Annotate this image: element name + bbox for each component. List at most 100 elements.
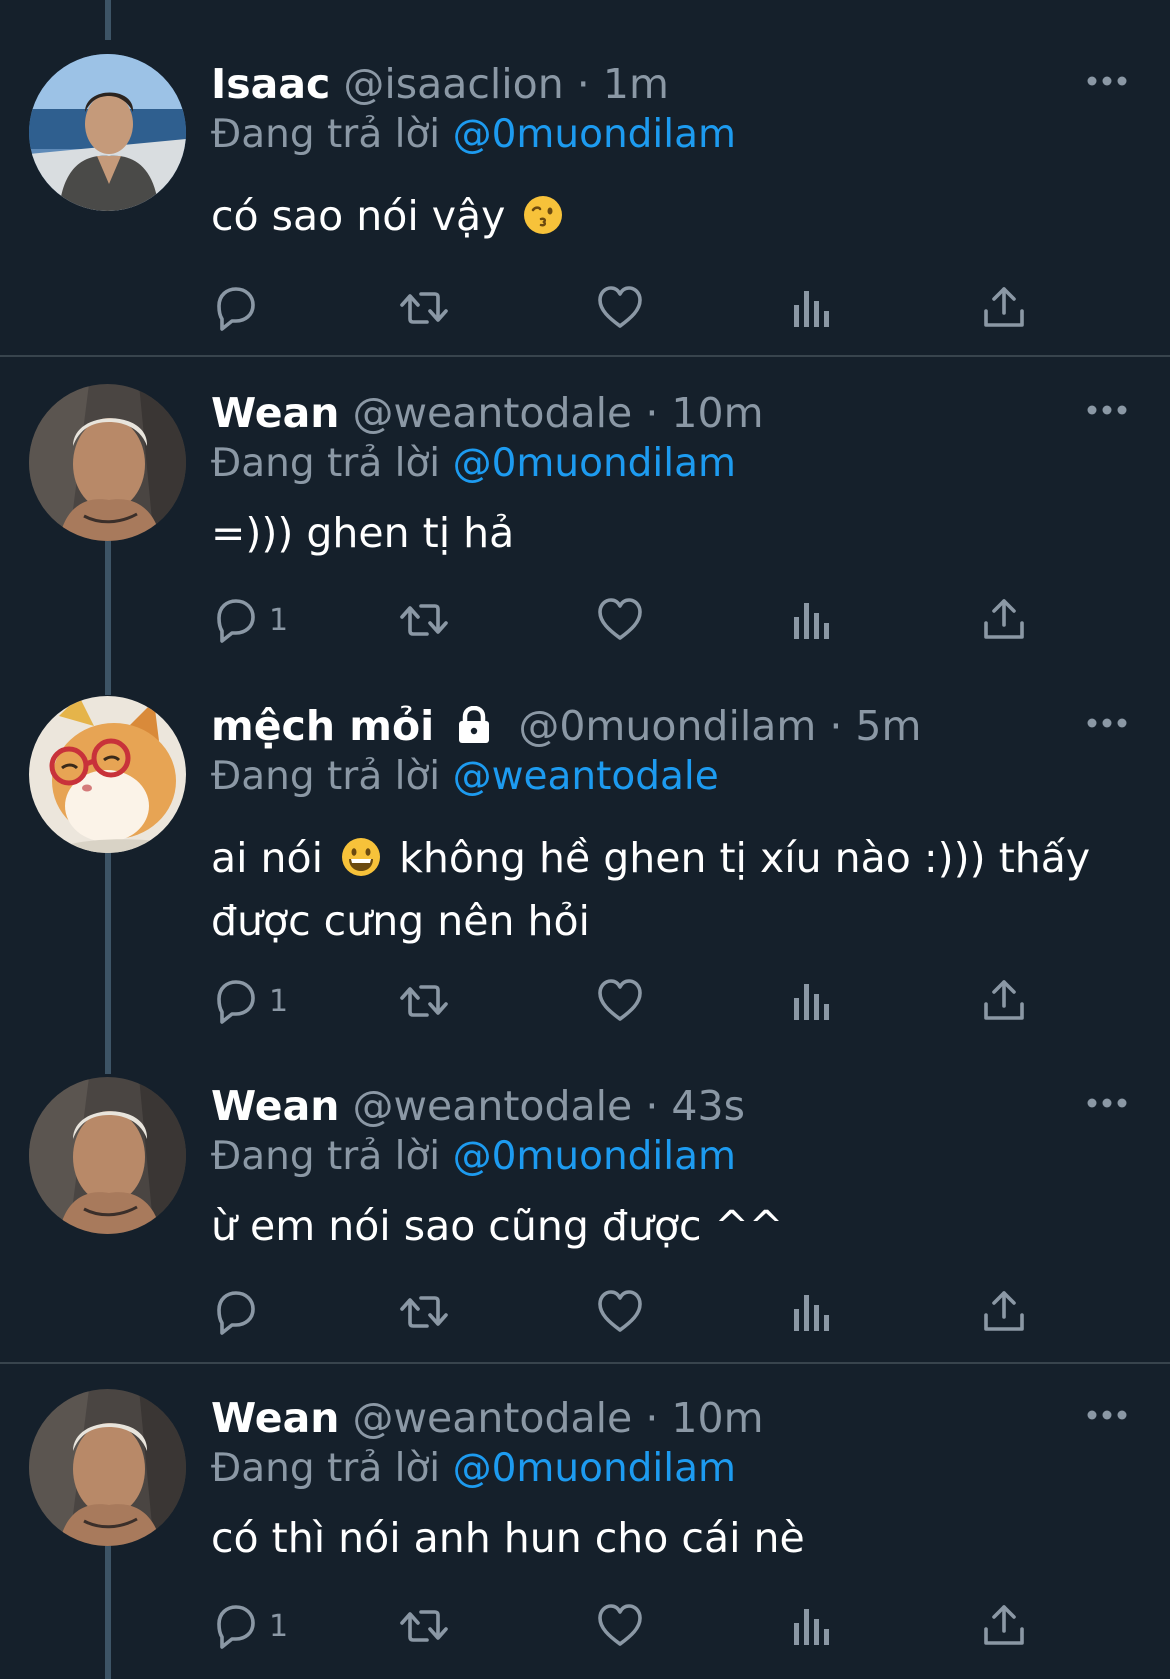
like-button[interactable] — [595, 595, 645, 645]
heart-icon — [598, 979, 642, 1021]
views-button[interactable] — [785, 595, 835, 645]
heart-icon — [598, 598, 642, 640]
share-icon — [984, 599, 1024, 639]
tweet-header: Wean @weantodale · 10m — [211, 1392, 764, 1444]
views-button[interactable] — [785, 283, 835, 333]
tweet-text: ai nói không hề ghen tị xíu nào :))) thấ… — [211, 830, 1111, 950]
user-handle[interactable]: @0muondilam — [518, 702, 816, 750]
reply-button[interactable] — [211, 283, 269, 333]
reply-icon — [217, 599, 255, 643]
user-handle[interactable]: @isaaclion — [343, 60, 563, 108]
like-button[interactable] — [595, 1601, 645, 1651]
replying-to: Đang trả lời @weantodale — [211, 752, 719, 802]
views-icon — [794, 984, 829, 1020]
mention-link[interactable]: @weantodale — [453, 754, 719, 799]
tweet-header: Wean @weantodale · 10m — [211, 387, 764, 439]
tweet[interactable]: Isaac @isaaclion · 1m Đang trả lời @0muo… — [0, 0, 1170, 355]
user-handle[interactable]: @weantodale — [352, 1082, 632, 1130]
replying-to: Đang trả lời @0muondilam — [211, 439, 736, 489]
views-icon — [794, 603, 829, 639]
retweet-button[interactable] — [399, 1287, 449, 1337]
tweet[interactable]: Wean @weantodale · 43s Đang trả lời @0mu… — [0, 1067, 1170, 1362]
share-icon — [984, 1605, 1024, 1645]
reply-button[interactable] — [211, 1287, 269, 1337]
tweet-header: mệch mỏi @0muondilam · 5m — [211, 700, 921, 756]
mention-link[interactable]: @0muondilam — [453, 1446, 736, 1491]
like-button[interactable] — [595, 283, 645, 333]
replying-label: Đang trả lời — [211, 441, 441, 486]
retweet-button[interactable] — [399, 1601, 449, 1651]
heart-icon — [598, 1604, 642, 1646]
avatar[interactable] — [29, 54, 186, 211]
mention-link[interactable]: @0muondilam — [453, 112, 736, 157]
more-icon[interactable] — [1086, 1097, 1128, 1109]
share-button[interactable] — [979, 1287, 1029, 1337]
mention-link[interactable]: @0muondilam — [453, 1134, 736, 1179]
more-icon[interactable] — [1086, 1409, 1128, 1421]
timestamp[interactable]: · 10m — [645, 389, 763, 437]
tweet[interactable]: Wean @weantodale · 10m Đang trả lời @0mu… — [0, 357, 1170, 687]
avatar[interactable] — [29, 384, 186, 541]
like-button[interactable] — [595, 976, 645, 1026]
views-button[interactable] — [785, 1287, 835, 1337]
reply-count: 1 — [269, 983, 289, 1019]
reply-icon — [217, 1605, 255, 1649]
user-handle[interactable]: @weantodale — [352, 1394, 632, 1442]
avatar[interactable] — [29, 1389, 186, 1546]
display-name[interactable]: Wean — [211, 389, 339, 437]
retweet-icon — [400, 292, 448, 324]
tweet-text-part: có sao nói vậy — [211, 192, 506, 240]
replying-label: Đang trả lời — [211, 1134, 441, 1179]
reply-button[interactable]: 1 — [211, 976, 288, 1026]
tweet-actions: 1 — [211, 1601, 1041, 1651]
display-name[interactable]: Wean — [211, 1394, 339, 1442]
reply-icon — [217, 980, 255, 1024]
timestamp[interactable]: · 5m — [829, 702, 921, 750]
heart-icon — [598, 286, 642, 328]
more-icon[interactable] — [1086, 717, 1128, 729]
like-button[interactable] — [595, 1287, 645, 1337]
tweet-actions — [211, 283, 1041, 333]
views-button[interactable] — [785, 976, 835, 1026]
more-icon[interactable] — [1086, 404, 1128, 416]
mention-link[interactable]: @0muondilam — [453, 441, 736, 486]
timestamp[interactable]: · 1m — [577, 60, 669, 108]
timestamp[interactable]: · 10m — [645, 1394, 763, 1442]
retweet-button[interactable] — [399, 976, 449, 1026]
share-button[interactable] — [979, 283, 1029, 333]
share-button[interactable] — [979, 976, 1029, 1026]
reply-icon — [217, 1291, 255, 1335]
tweet[interactable]: Wean @weantodale · 10m Đang trả lời @0mu… — [0, 1364, 1170, 1679]
tweet-header: Wean @weantodale · 43s — [211, 1080, 745, 1132]
reply-button[interactable]: 1 — [211, 595, 288, 645]
reply-count: 1 — [269, 1608, 289, 1644]
views-icon — [794, 1295, 829, 1331]
tweet[interactable]: mệch mỏi @0muondilam · 5m Đang trả lời @… — [0, 687, 1170, 1067]
share-button[interactable] — [979, 1601, 1029, 1651]
retweet-button[interactable] — [399, 595, 449, 645]
views-icon — [794, 1609, 829, 1645]
views-button[interactable] — [785, 1601, 835, 1651]
timestamp[interactable]: · 43s — [645, 1082, 745, 1130]
tweet-actions: 1 — [211, 976, 1041, 1026]
replying-label: Đang trả lời — [211, 112, 441, 157]
retweet-button[interactable] — [399, 283, 449, 333]
kissing-face-icon — [522, 194, 564, 251]
avatar[interactable] — [29, 1077, 186, 1234]
avatar[interactable] — [29, 696, 186, 853]
user-handle[interactable]: @weantodale — [352, 389, 632, 437]
share-button[interactable] — [979, 595, 1029, 645]
display-name[interactable]: mệch mỏi — [211, 702, 434, 750]
more-icon[interactable] — [1086, 75, 1128, 87]
reply-icon — [217, 287, 255, 331]
tweet-header: Isaac @isaaclion · 1m — [211, 58, 669, 110]
display-name[interactable]: Isaac — [211, 60, 330, 108]
display-name[interactable]: Wean — [211, 1082, 339, 1130]
tweet-thread: Isaac @isaaclion · 1m Đang trả lời @0muo… — [0, 0, 1170, 1679]
tweet-text-part: được cưng nên hỏi — [211, 897, 590, 945]
tweet-text-part: ai nói — [211, 834, 324, 882]
retweet-icon — [400, 1610, 448, 1642]
reply-button[interactable]: 1 — [211, 1601, 288, 1651]
share-icon — [984, 1291, 1024, 1331]
share-icon — [984, 287, 1024, 327]
